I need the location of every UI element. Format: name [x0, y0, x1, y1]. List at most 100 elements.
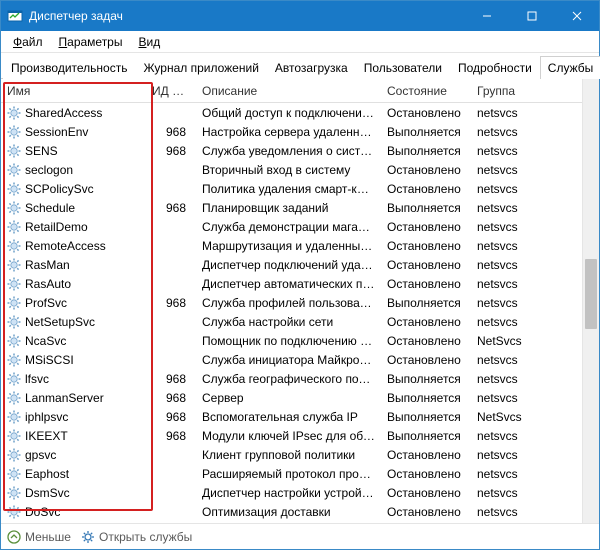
tab-performance[interactable]: Производительность — [3, 56, 135, 79]
service-pid — [146, 339, 196, 343]
tab-services[interactable]: Службы — [540, 56, 600, 79]
service-group: netsvcs — [471, 104, 531, 122]
table-row[interactable]: SCPolicySvcПолитика удаления смарт-картО… — [1, 179, 582, 198]
col-header-pid[interactable]: ИД п... — [146, 82, 196, 100]
minimize-button[interactable] — [464, 1, 509, 31]
table-row[interactable]: MSiSCSIСлужба инициатора Майкросо...Оста… — [1, 350, 582, 369]
tab-startup[interactable]: Автозагрузка — [267, 56, 356, 79]
fewer-details-label: Меньше — [25, 530, 71, 544]
service-group: netsvcs — [471, 256, 531, 274]
col-header-name[interactable]: Имя — [1, 82, 146, 100]
table-row[interactable]: dmwappushservicedmwappushsvcОстановленоn… — [1, 521, 582, 523]
col-header-desc[interactable]: Описание — [196, 82, 381, 100]
service-name: DsmSvc — [25, 486, 70, 500]
service-pid — [146, 187, 196, 191]
service-pid — [146, 225, 196, 229]
table-row[interactable]: SharedAccessОбщий доступ к подключению..… — [1, 103, 582, 122]
service-icon — [7, 220, 21, 234]
service-group: netsvcs — [471, 522, 531, 524]
service-group: netsvcs — [471, 503, 531, 521]
service-desc: Планировщик заданий — [196, 199, 381, 217]
table-row[interactable]: IKEEXT968Модули ключей IPsec для обм...В… — [1, 426, 582, 445]
table-row[interactable]: RasManДиспетчер подключений удале...Оста… — [1, 255, 582, 274]
service-name: iphlpsvc — [25, 410, 68, 424]
menu-options[interactable]: Параметры — [51, 33, 131, 51]
service-group: NetSvcs — [471, 408, 531, 426]
service-name: RasMan — [25, 258, 70, 272]
service-pid — [146, 510, 196, 514]
service-icon — [7, 201, 21, 215]
vertical-scrollbar[interactable] — [582, 79, 599, 523]
menu-file-rest: айл — [22, 35, 42, 49]
menu-view-rest: ид — [147, 35, 161, 49]
service-state: Остановлено — [381, 522, 471, 524]
table-row[interactable]: RetailDemoСлужба демонстрации магазинаОс… — [1, 217, 582, 236]
tab-users[interactable]: Пользователи — [356, 56, 450, 79]
table-row[interactable]: DoSvcОптимизация доставкиОстановленоnets… — [1, 502, 582, 521]
service-state: Выполняется — [381, 123, 471, 141]
service-group: netsvcs — [471, 275, 531, 293]
service-name: Eaphost — [25, 467, 69, 481]
table-row[interactable]: ProfSvc968Служба профилей пользовате...В… — [1, 293, 582, 312]
service-name: RasAuto — [25, 277, 71, 291]
table-row[interactable]: seclogonВторичный вход в системуОстановл… — [1, 160, 582, 179]
service-name: SharedAccess — [25, 106, 102, 120]
table-row[interactable]: NetSetupSvcСлужба настройки сетиОстановл… — [1, 312, 582, 331]
scrollbar-thumb[interactable] — [585, 259, 597, 329]
service-icon — [7, 334, 21, 348]
tab-app-history[interactable]: Журнал приложений — [135, 56, 266, 79]
table-row[interactable]: RasAutoДиспетчер автоматических по...Ост… — [1, 274, 582, 293]
service-state: Выполняется — [381, 142, 471, 160]
service-name: lfsvc — [25, 372, 49, 386]
service-icon — [7, 372, 21, 386]
col-header-group[interactable]: Группа — [471, 82, 531, 100]
open-services-label: Открыть службы — [99, 530, 192, 544]
service-icon — [7, 353, 21, 367]
service-group: netsvcs — [471, 237, 531, 255]
table-row[interactable]: SENS968Служба уведомления о систем...Вып… — [1, 141, 582, 160]
window-title: Диспетчер задач — [29, 9, 464, 23]
table-row[interactable]: SessionEnv968Настройка сервера удаленных… — [1, 122, 582, 141]
table-row[interactable]: iphlpsvc968Вспомогательная служба IPВыпо… — [1, 407, 582, 426]
table-row[interactable]: EaphostРасширяемый протокол прове...Оста… — [1, 464, 582, 483]
service-group: netsvcs — [471, 389, 531, 407]
content-area: Имя ИД п... Описание Состояние Группа Sh… — [1, 79, 599, 523]
service-state: Остановлено — [381, 446, 471, 464]
service-state: Остановлено — [381, 180, 471, 198]
table-row[interactable]: lfsvc968Служба географического поло...Вы… — [1, 369, 582, 388]
service-name: LanmanServer — [25, 391, 104, 405]
table-row[interactable]: RemoteAccessМаршрутизация и удаленный ..… — [1, 236, 582, 255]
service-icon — [7, 125, 21, 139]
service-desc: Служба демонстрации магазина — [196, 218, 381, 236]
table-row[interactable]: DsmSvcДиспетчер настройки устройствОстан… — [1, 483, 582, 502]
service-group: NetSvcs — [471, 332, 531, 350]
service-group: netsvcs — [471, 294, 531, 312]
service-group: netsvcs — [471, 351, 531, 369]
open-services-button[interactable]: Открыть службы — [81, 530, 192, 544]
table-row[interactable]: NcaSvcПомощник по подключению к...Остано… — [1, 331, 582, 350]
col-header-state[interactable]: Состояние — [381, 82, 471, 100]
titlebar[interactable]: Диспетчер задач — [1, 1, 599, 31]
service-group: netsvcs — [471, 161, 531, 179]
table-row[interactable]: LanmanServer968СерверВыполняетсяnetsvcs — [1, 388, 582, 407]
menu-file[interactable]: Файл — [5, 33, 51, 51]
service-group: netsvcs — [471, 199, 531, 217]
service-name: SCPolicySvc — [25, 182, 94, 196]
maximize-button[interactable] — [509, 1, 554, 31]
tab-details[interactable]: Подробности — [450, 56, 540, 79]
fewer-details-button[interactable]: Меньше — [7, 530, 71, 544]
service-desc: Диспетчер подключений удале... — [196, 256, 381, 274]
service-name: NetSetupSvc — [25, 315, 95, 329]
service-icon — [7, 258, 21, 272]
service-desc: Сервер — [196, 389, 381, 407]
chevron-up-icon — [7, 530, 21, 544]
service-desc: dmwappushsvc — [196, 522, 381, 524]
table-row[interactable]: gpsvcКлиент групповой политикиОстановлен… — [1, 445, 582, 464]
menu-view[interactable]: Вид — [130, 33, 168, 51]
table-row[interactable]: Schedule968Планировщик заданийВыполняетс… — [1, 198, 582, 217]
statusbar: Меньше Открыть службы — [1, 523, 599, 549]
service-pid — [146, 358, 196, 362]
close-button[interactable] — [554, 1, 599, 31]
app-icon — [7, 8, 23, 24]
service-desc: Диспетчер настройки устройств — [196, 484, 381, 502]
